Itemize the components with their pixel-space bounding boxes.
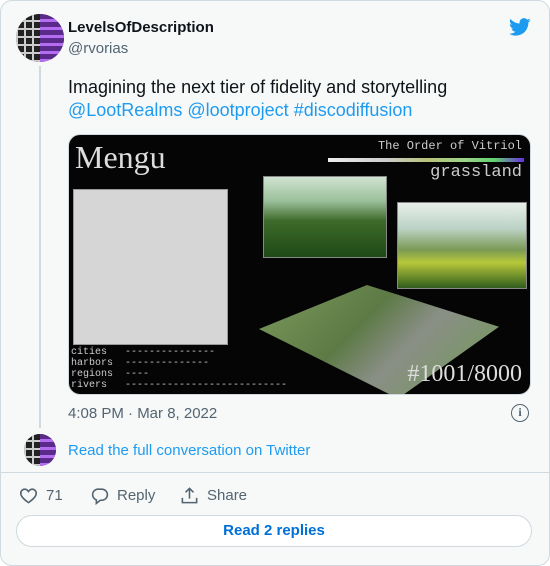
landscape-image-1 (263, 176, 387, 258)
color-bar (328, 158, 524, 162)
read-conversation-link[interactable]: Read the full conversation on Twitter (68, 442, 310, 459)
landscape-image-2 (397, 202, 527, 289)
avatar-small[interactable] (24, 434, 56, 466)
mention-lootproject[interactable]: @lootproject (187, 100, 288, 120)
map-image (73, 189, 228, 345)
image-legend: cities --------------- harbors ---------… (71, 347, 288, 391)
heart-icon (19, 488, 38, 504)
mention-lootrealms[interactable]: @LootRealms (68, 100, 182, 120)
like-button[interactable]: 71 (19, 486, 63, 505)
timestamp[interactable]: 4:08 PM · Mar 8, 2022 (68, 405, 217, 422)
avatar[interactable] (16, 14, 64, 62)
image-title: Mengu (75, 139, 166, 175)
tweet-body: Imagining the next tier of fidelity and … (68, 77, 448, 97)
reply-button[interactable]: Reply (90, 486, 155, 505)
reply-icon (91, 488, 109, 505)
read-replies-button[interactable]: Read 2 replies (16, 515, 532, 547)
divider (1, 472, 549, 473)
tweet-text: Imagining the next tier of fidelity and … (68, 76, 538, 122)
author-name[interactable]: LevelsOfDescription (68, 19, 214, 36)
twitter-bird-icon[interactable] (508, 16, 532, 38)
image-order: The Order of Vitriol (377, 139, 522, 153)
author-handle[interactable]: @rvorias (68, 40, 128, 57)
info-icon[interactable]: i (511, 404, 529, 422)
reply-label: Reply (117, 487, 156, 504)
share-button[interactable]: Share (180, 486, 247, 505)
thread-line (39, 66, 41, 428)
like-count: 71 (46, 487, 63, 504)
hashtag-discodiffusion[interactable]: #discodiffusion (294, 100, 413, 120)
tweet-image[interactable]: Mengu The Order of Vitriol grassland cit… (68, 134, 531, 395)
image-number: #1001/8000 (407, 361, 522, 387)
share-icon (181, 487, 198, 504)
image-biome: grassland (430, 163, 522, 182)
share-label: Share (207, 487, 248, 504)
